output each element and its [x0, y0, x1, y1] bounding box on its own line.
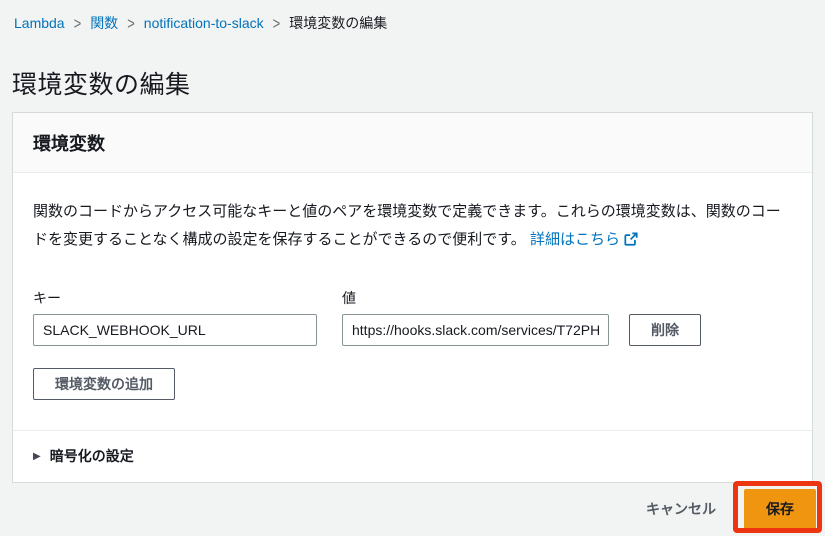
panel-title: 環境変数 — [33, 130, 105, 156]
environment-variables-panel: 環境変数 関数のコードからアクセス可能なキーと値のペアを環境変数で定義できます。… — [12, 112, 813, 483]
breadcrumb-current-page: 環境変数の編集 — [289, 13, 387, 33]
encryption-settings-expander[interactable]: ▶ 暗号化の設定 — [13, 430, 812, 482]
key-label: キー — [33, 288, 317, 308]
page-title: 環境変数の編集 — [12, 65, 191, 101]
breadcrumb-separator-icon: > — [273, 14, 281, 33]
panel-body: 関数のコードからアクセス可能なキーと値のペアを環境変数で定義できます。これらの環… — [13, 173, 812, 430]
breadcrumb-separator-icon: > — [74, 14, 82, 33]
panel-header: 環境変数 — [13, 113, 812, 173]
footer-actions: キャンセル 保存 — [646, 489, 816, 529]
breadcrumb-lambda[interactable]: Lambda — [14, 15, 65, 31]
learn-more-link[interactable]: 詳細はこちら — [530, 231, 638, 248]
key-field-group: キー — [33, 288, 317, 346]
panel-description: 関数のコードからアクセス可能なキーと値のペアを環境変数で定義できます。これらの環… — [33, 198, 792, 256]
key-input[interactable] — [33, 314, 317, 346]
learn-more-label: 詳細はこちら — [530, 231, 620, 248]
environment-variable-row: キー 値 削除 — [33, 288, 792, 346]
external-link-icon — [624, 228, 638, 256]
value-field-group: 値 — [342, 288, 609, 346]
value-label: 値 — [342, 288, 609, 308]
add-variable-button[interactable]: 環境変数の追加 — [33, 368, 175, 400]
breadcrumb-functions[interactable]: 関数 — [90, 13, 118, 33]
expander-arrow-icon: ▶ — [33, 451, 41, 462]
encryption-settings-label: 暗号化の設定 — [50, 446, 134, 466]
value-input[interactable] — [342, 314, 609, 346]
cancel-button[interactable]: キャンセル — [646, 499, 716, 519]
breadcrumb-function-name[interactable]: notification-to-slack — [144, 15, 264, 31]
breadcrumb: Lambda > 関数 > notification-to-slack > 環境… — [14, 13, 387, 33]
breadcrumb-separator-icon: > — [127, 14, 135, 33]
remove-variable-button[interactable]: 削除 — [629, 314, 701, 346]
description-text: 関数のコードからアクセス可能なキーと値のペアを環境変数で定義できます。これらの環… — [33, 203, 781, 248]
save-button[interactable]: 保存 — [744, 489, 816, 529]
